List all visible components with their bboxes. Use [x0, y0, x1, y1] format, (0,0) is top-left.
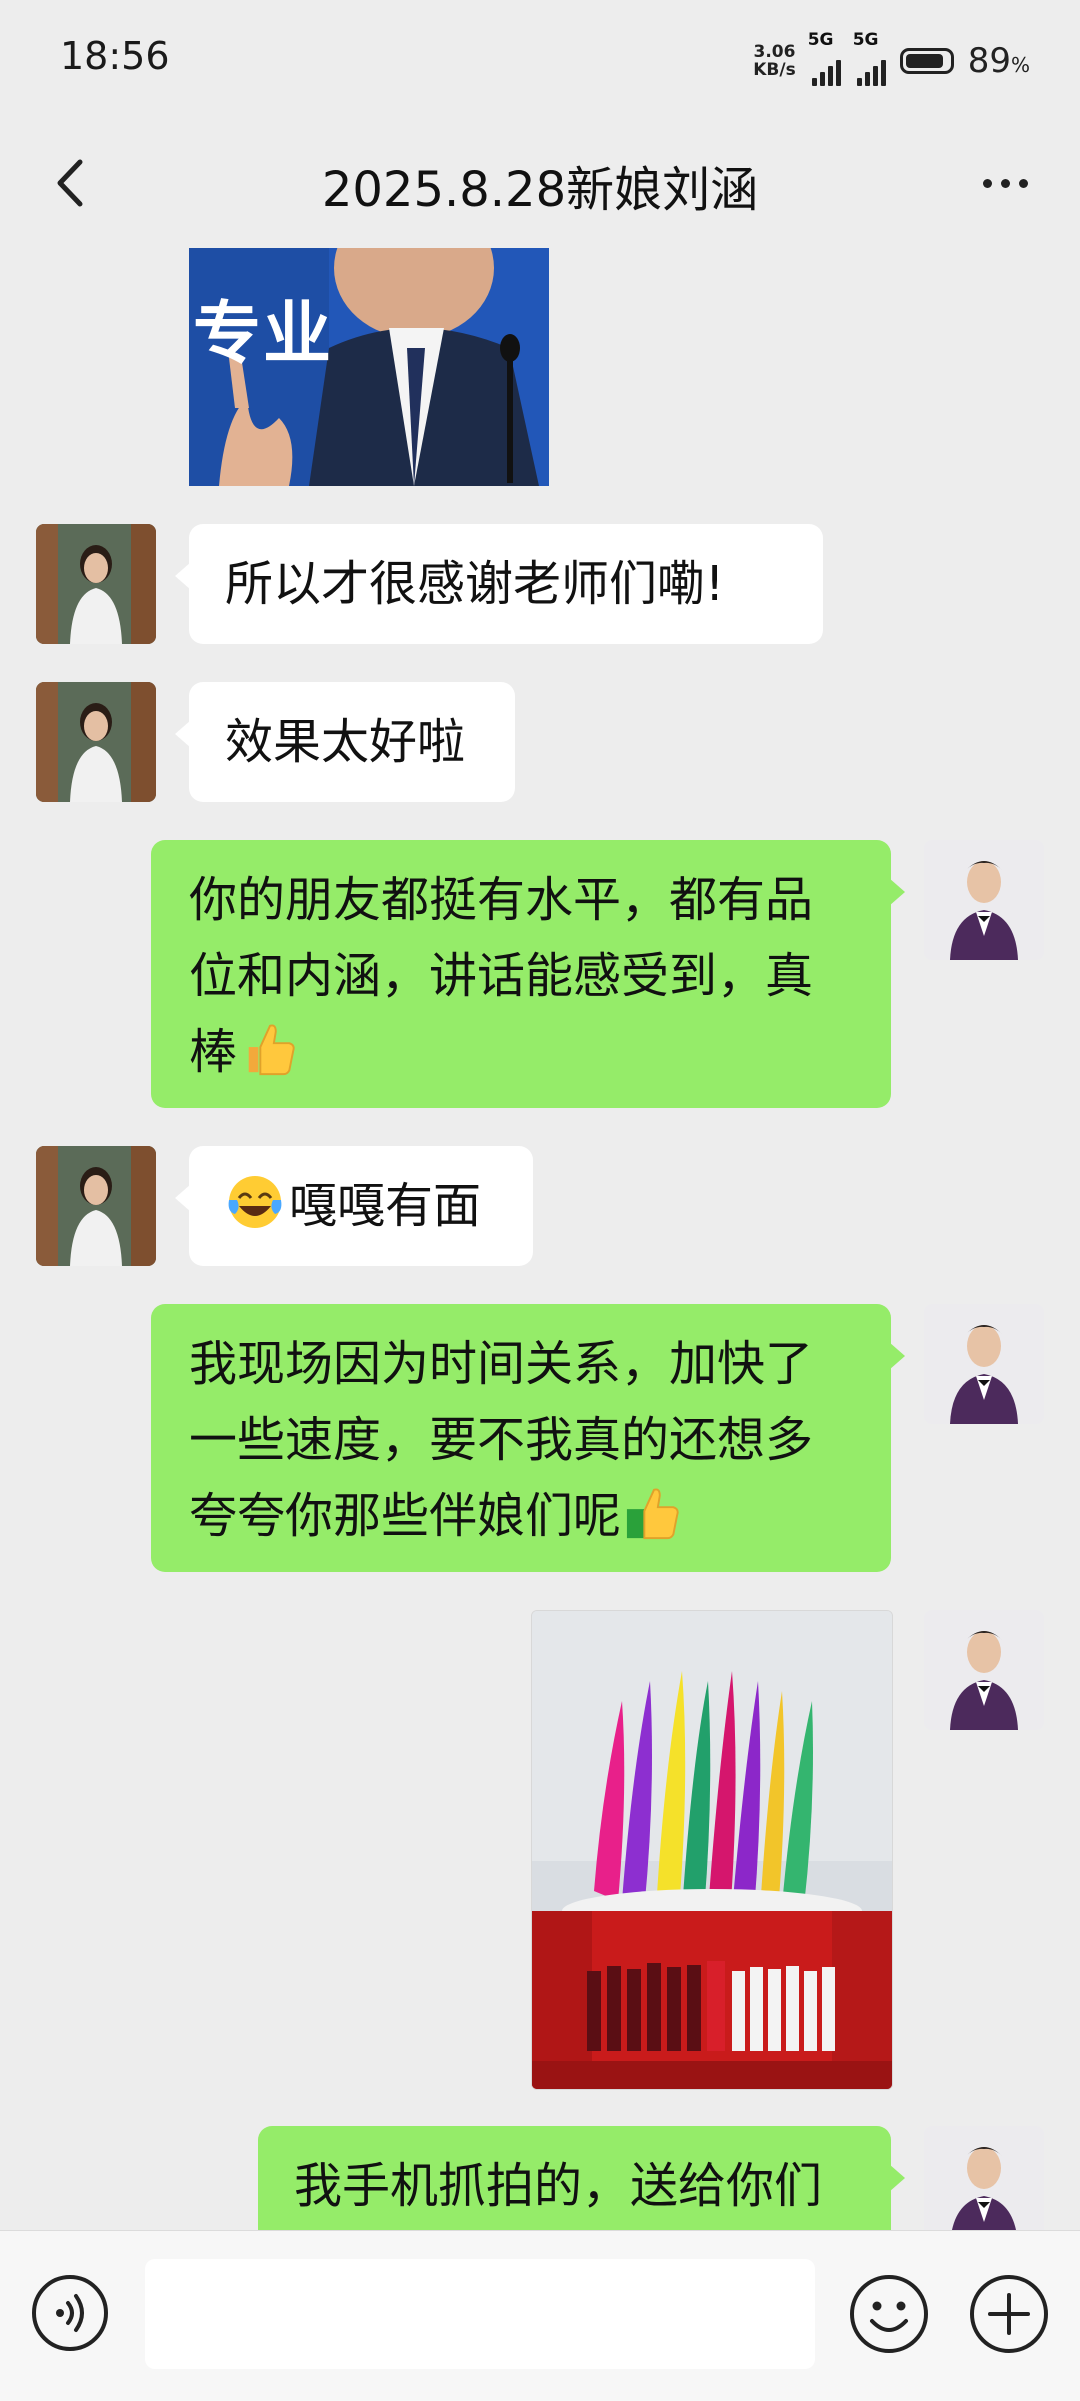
message-image-photo[interactable]	[531, 1610, 893, 2090]
message-list[interactable]: 专业 所以才很感谢老师们嘞! 效果太好啦 你的朋友都挺有水平，都有品 位和内涵，…	[0, 248, 1080, 2230]
meme-caption: 专业	[193, 295, 334, 374]
network-speed: 3.06 KB/s	[753, 42, 796, 80]
battery-percent: 89%	[967, 41, 1030, 81]
avatar-self[interactable]	[924, 1304, 1044, 1424]
voice-icon	[32, 2275, 108, 2351]
voice-button[interactable]	[30, 2273, 110, 2353]
emoji-button[interactable]	[848, 2273, 930, 2355]
message-input[interactable]	[145, 2259, 815, 2369]
message-bubble[interactable]: 我现场因为时间关系，加快了 一些速度，要不我真的还想多 夸夸你那些伴娘们呢	[151, 1304, 905, 1572]
status-bar: 18:56 3.06 KB/s 5G 5G 89%	[0, 0, 1080, 120]
avatar-self[interactable]	[924, 2126, 1044, 2230]
message-bubble[interactable]: 所以才很感谢老师们嘞!	[175, 524, 823, 644]
signal-icon-2: 5G	[853, 30, 886, 86]
message-image-meme[interactable]: 专业	[189, 248, 549, 486]
message-bubble[interactable]: 效果太好啦	[175, 682, 515, 802]
thumbs-up-icon	[248, 1024, 295, 1076]
avatar-self[interactable]	[924, 840, 1044, 960]
signal-icon: 5G	[808, 30, 841, 86]
more-dots-icon	[982, 178, 992, 188]
message-bubble[interactable]: 我手机抓拍的，送给你们	[258, 2126, 905, 2230]
colorful-smoke-photo	[532, 1611, 892, 2089]
thumbs-up-icon	[626, 1488, 679, 1540]
status-time: 18:56	[60, 34, 170, 78]
message-bubble[interactable]: 嘎嘎有面	[175, 1146, 533, 1266]
more-button[interactable]	[970, 148, 1040, 218]
avatar-self[interactable]	[924, 1610, 1044, 1730]
avatar-other[interactable]	[36, 682, 156, 802]
avatar-other[interactable]	[36, 1146, 156, 1266]
input-bar	[0, 2230, 1080, 2401]
laughing-tears-icon	[228, 1176, 282, 1228]
message-bubble[interactable]: 你的朋友都挺有水平，都有品 位和内涵，讲话能感受到，真 棒	[151, 840, 905, 1108]
status-icons: 3.06 KB/s 5G 5G 89%	[753, 30, 1030, 86]
battery-icon	[899, 48, 954, 74]
chat-title: 2025.8.28新娘刘涵	[321, 162, 759, 218]
plus-icon	[970, 2275, 1048, 2353]
avatar-other[interactable]	[36, 524, 156, 644]
plus-button[interactable]	[968, 2273, 1050, 2355]
chat-header: 2025.8.28新娘刘涵	[0, 120, 1080, 248]
emoji-icon	[850, 2275, 928, 2353]
